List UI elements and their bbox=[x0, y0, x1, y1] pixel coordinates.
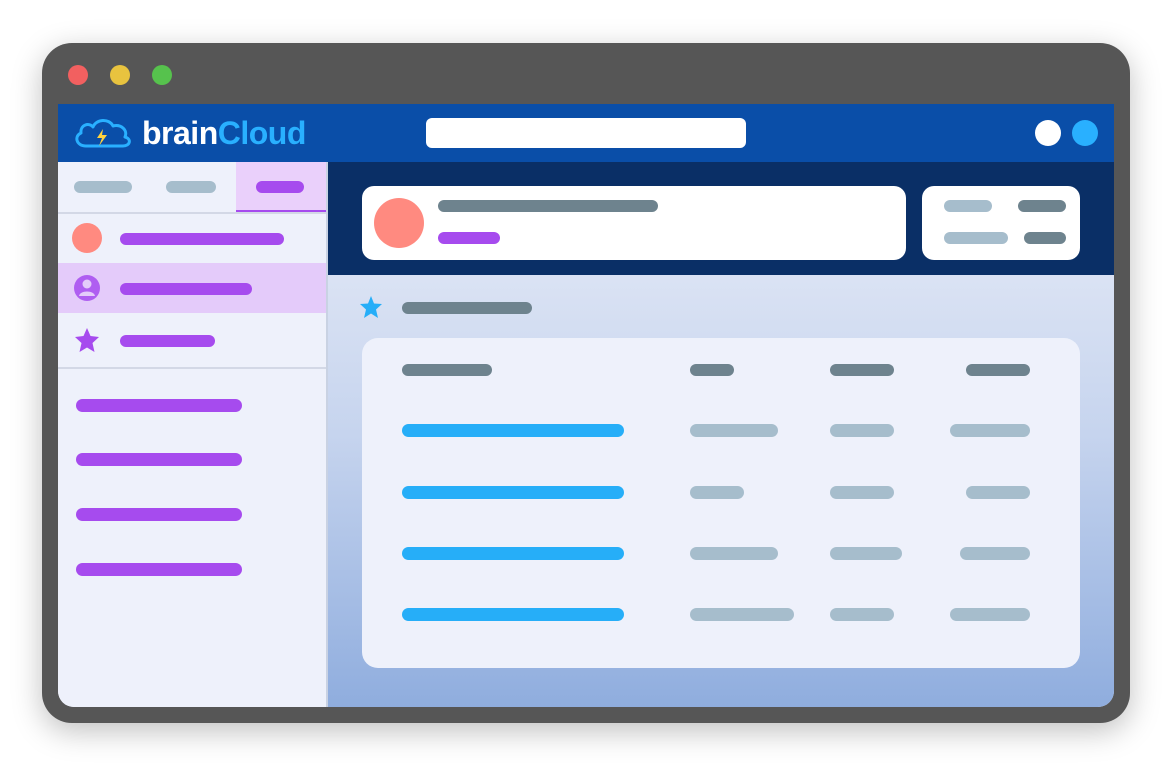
table-cell bbox=[690, 424, 778, 437]
table-row-link[interactable] bbox=[402, 486, 624, 499]
table-row-link[interactable] bbox=[402, 608, 624, 621]
data-table bbox=[362, 338, 1080, 668]
table-cell bbox=[830, 424, 894, 437]
profile-action-button[interactable] bbox=[1035, 120, 1061, 146]
top-bar: brainCloud bbox=[58, 104, 1114, 162]
table-cell bbox=[950, 608, 1030, 621]
star-icon bbox=[75, 328, 99, 352]
sidebar-link[interactable] bbox=[76, 563, 242, 576]
sidebar-tab-2[interactable] bbox=[146, 162, 236, 212]
minimize-window-button[interactable] bbox=[110, 65, 130, 85]
table-cell bbox=[830, 547, 902, 560]
nav-label-placeholder bbox=[120, 283, 252, 295]
tab-label-placeholder bbox=[166, 181, 216, 193]
stat-value-placeholder bbox=[1018, 200, 1066, 212]
table-cell bbox=[830, 608, 894, 621]
table-cell bbox=[960, 547, 1030, 560]
sidebar-link[interactable] bbox=[76, 508, 242, 521]
main-header bbox=[328, 162, 1114, 275]
star-icon bbox=[360, 296, 382, 318]
sidebar-link[interactable] bbox=[76, 399, 242, 412]
table-cell bbox=[690, 547, 778, 560]
stat-label-placeholder bbox=[944, 200, 992, 212]
table-row-link[interactable] bbox=[402, 424, 624, 437]
sidebar-tabs bbox=[58, 162, 326, 214]
sidebar-link[interactable] bbox=[76, 453, 242, 466]
sidebar-divider bbox=[58, 367, 326, 369]
table-header-cell[interactable] bbox=[966, 364, 1030, 376]
notifications-action-button[interactable] bbox=[1072, 120, 1098, 146]
sidebar-tab-1[interactable] bbox=[58, 162, 146, 212]
profile-tag-placeholder bbox=[438, 232, 500, 244]
sidebar-tab-3-active[interactable] bbox=[236, 162, 326, 212]
profile-card[interactable] bbox=[362, 186, 906, 260]
table-cell bbox=[966, 486, 1030, 499]
table-header-cell[interactable] bbox=[690, 364, 734, 376]
cloud-lightning-icon bbox=[75, 119, 131, 148]
brand-logo[interactable]: brainCloud bbox=[72, 116, 306, 150]
tab-label-placeholder bbox=[74, 181, 132, 193]
sidebar-item-profile[interactable] bbox=[58, 213, 326, 263]
app-screen: brainCloud bbox=[58, 104, 1114, 707]
table-cell bbox=[950, 424, 1030, 437]
stat-label-placeholder bbox=[944, 232, 1008, 244]
main-content bbox=[328, 162, 1114, 707]
stat-value-placeholder bbox=[1024, 232, 1066, 244]
brand-name: brainCloud bbox=[142, 115, 306, 151]
user-icon bbox=[74, 275, 100, 301]
sidebar-item-favorites[interactable] bbox=[58, 315, 326, 365]
avatar[interactable] bbox=[374, 198, 424, 248]
table-cell bbox=[690, 608, 794, 621]
search-input[interactable] bbox=[426, 118, 746, 148]
stats-card bbox=[922, 186, 1080, 260]
table-cell bbox=[830, 486, 894, 499]
sidebar bbox=[58, 162, 328, 707]
avatar-dot-icon bbox=[72, 223, 102, 253]
maximize-window-button[interactable] bbox=[152, 65, 172, 85]
tab-label-placeholder bbox=[256, 181, 304, 193]
table-header-cell[interactable] bbox=[830, 364, 894, 376]
sidebar-item-users[interactable] bbox=[58, 263, 326, 313]
table-row-link[interactable] bbox=[402, 547, 624, 560]
nav-label-placeholder bbox=[120, 233, 284, 245]
table-cell bbox=[690, 486, 744, 499]
table-header-cell[interactable] bbox=[402, 364, 492, 376]
close-window-button[interactable] bbox=[68, 65, 88, 85]
nav-label-placeholder bbox=[120, 335, 215, 347]
section-title-placeholder bbox=[402, 302, 532, 314]
app-window: brainCloud bbox=[42, 43, 1130, 723]
profile-name-placeholder bbox=[438, 200, 658, 212]
